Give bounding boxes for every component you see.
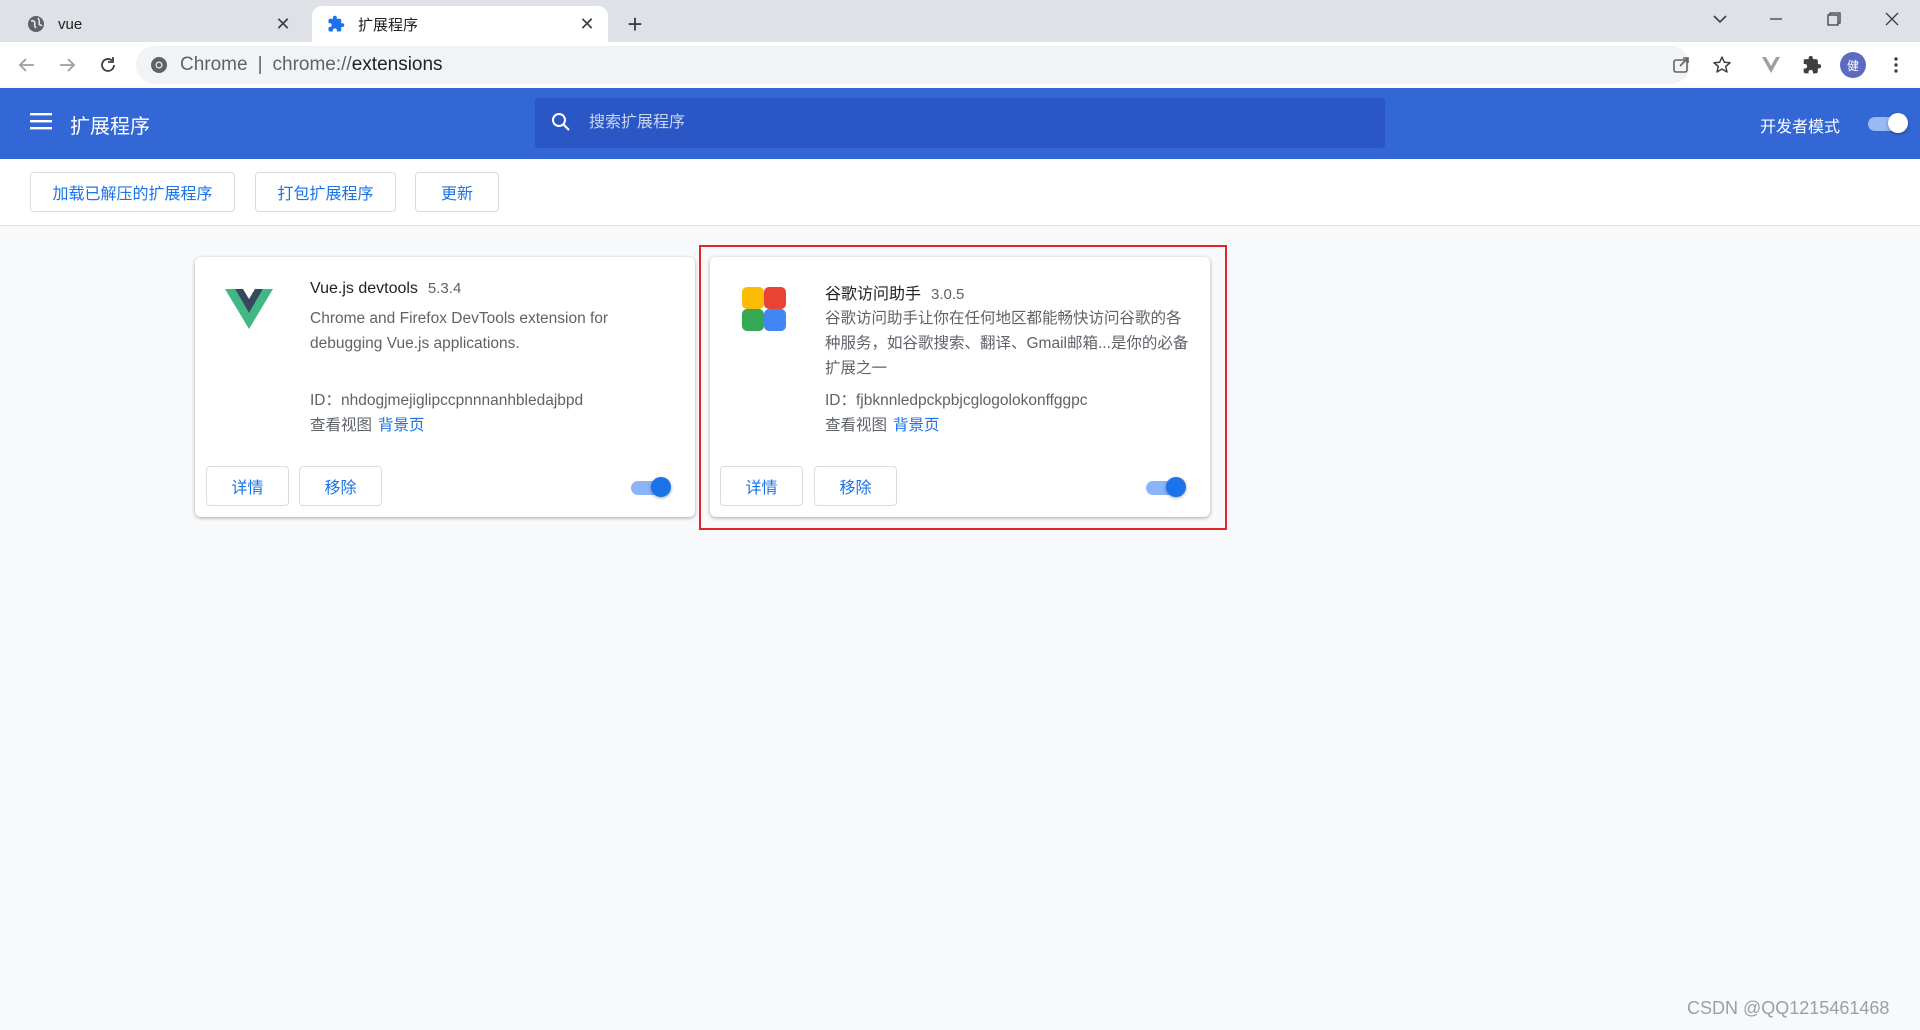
extension-description: Chrome and Firefox DevTools extension fo… [310,310,609,352]
tab-vue[interactable]: vue ✕ [12,6,304,42]
tab-title: 扩展程序 [358,16,419,34]
close-window-icon[interactable] [1864,0,1920,38]
tab-extensions[interactable]: 扩展程序 ✕ [312,6,608,42]
omnibox-scheme: Chrome [180,54,248,75]
vue-devtools-extension-icon[interactable] [1756,50,1786,80]
extension-card-vue-devtools: Vue.js devtools 5.3.4 Chrome and Firefox … [195,257,695,517]
omnibox-url-prefix: chrome:// [272,54,352,75]
extensions-header: 扩展程序 开发者模式 [0,88,1920,159]
dev-mode-toggle[interactable] [1866,113,1908,133]
globe-icon [26,14,46,34]
toggle-knob [1888,113,1908,133]
highlight-box [699,245,1227,530]
tab-search-icon[interactable] [1692,0,1748,38]
close-tab-icon[interactable]: ✕ [272,13,294,35]
minimize-icon[interactable] [1748,0,1804,38]
extension-id: ID：nhdogjmejiglipccpnnnanhbledajbpd [310,392,584,409]
omnibox-url-host: extensions [351,54,443,75]
hamburger-menu-icon[interactable] [30,112,54,134]
bookmark-star-icon[interactable] [1707,50,1737,80]
search-icon [551,112,573,134]
avatar-initial: 健 [1840,52,1866,78]
extension-name: Vue.js devtools [310,280,418,297]
restore-icon[interactable] [1806,0,1862,38]
close-tab-icon[interactable]: ✕ [576,13,598,35]
pack-extension-button[interactable]: 打包扩展程序 [255,172,396,212]
inspect-views: 查看视图 背景页 [310,413,425,435]
action-bar: 加载已解压的扩展程序 打包扩展程序 更新 [0,159,1920,226]
back-arrow-icon[interactable] [12,50,42,80]
vue-logo-icon [223,283,275,335]
more-menu-icon[interactable] [1881,50,1911,80]
tab-strip: vue ✕ 扩展程序 ✕ + [0,0,1920,42]
puzzle-icon [326,14,346,34]
page-title: 扩展程序 [70,116,150,138]
extension-version: 5.3.4 [427,280,462,297]
remove-button[interactable]: 移除 [299,466,382,506]
inspect-views-label: 查看视图 [310,417,373,434]
background-page-link[interactable]: 背景页 [378,417,425,434]
omnibox-separator: | [257,54,263,75]
tab-title: vue [58,15,83,33]
profile-avatar[interactable]: 健 [1838,50,1868,80]
toggle-knob [651,477,671,497]
new-tab-button[interactable]: + [620,9,650,39]
address-bar[interactable]: Chrome | chrome:// extensions [136,46,1690,84]
search-input[interactable] [587,113,1287,133]
load-unpacked-button[interactable]: 加载已解压的扩展程序 [30,172,235,212]
chrome-logo-icon [150,56,168,74]
reload-icon[interactable] [93,50,123,80]
forward-arrow-icon[interactable] [52,50,82,80]
dev-mode-label: 开发者模式 [1760,119,1841,136]
enable-toggle[interactable] [629,477,671,497]
update-button[interactable]: 更新 [415,172,499,212]
browser-toolbar: Chrome | chrome:// extensions 健 [0,42,1920,88]
watermark: CSDN @QQ1215461468 [1687,998,1890,1018]
extension-name-row: Vue.js devtools 5.3.4 [310,280,461,298]
share-icon[interactable] [1666,50,1696,80]
search-box[interactable] [535,98,1385,148]
details-button[interactable]: 详情 [206,466,289,506]
extensions-puzzle-icon[interactable] [1797,50,1827,80]
